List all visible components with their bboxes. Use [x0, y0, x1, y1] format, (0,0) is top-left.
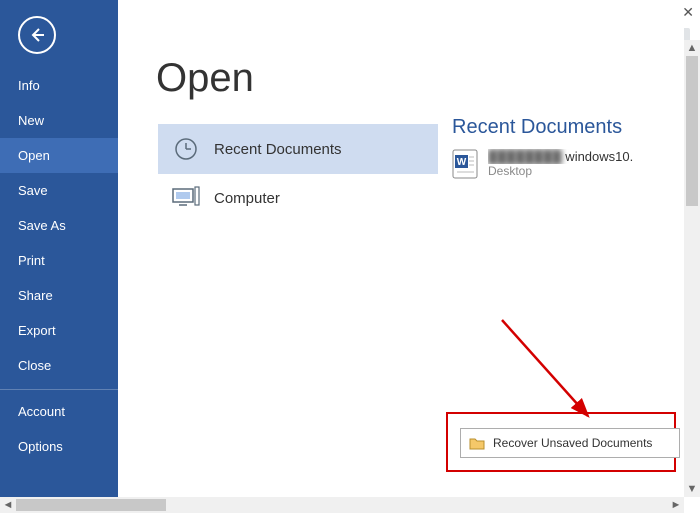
backstage-sidebar: Info New Open Save Save As Print Share E…	[0, 0, 118, 500]
scroll-track[interactable]	[684, 56, 700, 481]
file-name: ████████ windows10.	[488, 149, 633, 164]
file-meta: ████████ windows10. Desktop	[488, 149, 633, 178]
source-label: Recent Documents	[214, 141, 342, 158]
open-source-list: Recent Documents Computer	[158, 124, 438, 222]
sidebar-item-new[interactable]: New	[0, 103, 118, 138]
computer-icon	[172, 186, 200, 210]
source-recent-documents[interactable]: Recent Documents	[158, 124, 438, 174]
sidebar-item-account[interactable]: Account	[0, 394, 118, 429]
recent-title: Recent Documents	[452, 116, 680, 139]
sidebar-separator	[0, 389, 118, 390]
recover-label: Recover Unsaved Documents	[493, 436, 652, 450]
sidebar-item-export[interactable]: Export	[0, 313, 118, 348]
sidebar-item-print[interactable]: Print	[0, 243, 118, 278]
sidebar-item-open[interactable]: Open	[0, 138, 118, 173]
sidebar-item-share[interactable]: Share	[0, 278, 118, 313]
vertical-scrollbar[interactable]: ▲ ▼	[684, 40, 700, 497]
scroll-track[interactable]	[16, 497, 668, 513]
folder-icon	[469, 436, 485, 450]
svg-text:W: W	[457, 157, 467, 168]
recover-unsaved-button[interactable]: Recover Unsaved Documents	[460, 428, 680, 458]
sidebar-item-save-as[interactable]: Save As	[0, 208, 118, 243]
back-button[interactable]	[18, 16, 56, 54]
scroll-thumb[interactable]	[686, 56, 698, 206]
sidebar-item-save[interactable]: Save	[0, 173, 118, 208]
scroll-right-button[interactable]: ►	[668, 497, 684, 513]
page-title: Open	[156, 56, 254, 101]
sidebar-item-options[interactable]: Options	[0, 429, 118, 464]
word-document-icon: W	[452, 149, 478, 179]
scroll-down-button[interactable]: ▼	[684, 481, 700, 497]
horizontal-scrollbar[interactable]: ◄ ►	[0, 497, 684, 513]
sidebar-item-info[interactable]: Info	[0, 68, 118, 103]
source-label: Computer	[214, 190, 280, 207]
recent-file-item[interactable]: W ████████ windows10. Desktop	[452, 149, 680, 179]
close-button[interactable]: ✕	[682, 4, 694, 21]
file-location: Desktop	[488, 164, 633, 178]
scroll-left-button[interactable]: ◄	[0, 497, 16, 513]
sidebar-item-close[interactable]: Close	[0, 348, 118, 383]
clock-icon	[172, 136, 200, 162]
scroll-up-button[interactable]: ▲	[684, 40, 700, 56]
highlight-box: Recover Unsaved Documents	[446, 412, 676, 472]
source-computer[interactable]: Computer	[158, 174, 438, 222]
scroll-thumb[interactable]	[16, 499, 166, 511]
backstage-main: Open Recent Documents Computer Recent Do…	[118, 0, 684, 497]
recent-pane: Recent Documents W ████████ windows10. D…	[452, 116, 680, 179]
